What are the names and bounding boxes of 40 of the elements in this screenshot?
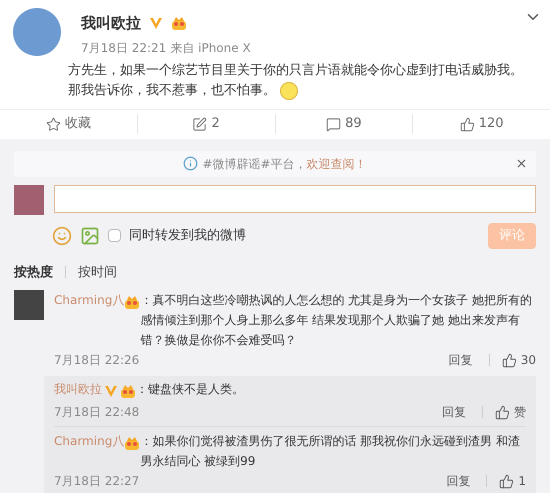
favorite-button[interactable]: 收藏 — [46, 114, 91, 134]
image-icon[interactable] — [80, 226, 100, 246]
notice-text: #微博辟谣#平台， — [202, 156, 307, 172]
thumbs-up-icon — [495, 404, 510, 420]
repost-label: 同时转发到我的微博 — [129, 226, 246, 245]
like-button[interactable]: 赞 — [491, 403, 526, 421]
close-icon[interactable] — [515, 157, 528, 170]
post-text: 那我告诉你，我不惹事，也不怕事。 — [68, 82, 276, 100]
reply-link[interactable]: 回复 — [438, 472, 478, 490]
user-avatar — [14, 184, 44, 214]
reply-link[interactable]: 回复 — [434, 403, 474, 421]
repost-checkbox[interactable] — [108, 229, 121, 242]
comment-time: 7月18日 22:27 — [54, 473, 140, 490]
comment-button[interactable]: 89 — [326, 114, 362, 134]
sort-tab[interactable]: 按时间 — [78, 262, 117, 282]
info-icon — [183, 156, 198, 171]
post-text: 方先生，如果一个综艺节目里关于你的只言片语就能令你心虚到打电话威胁我。 — [68, 62, 523, 80]
like-button[interactable]: 1 — [495, 472, 526, 490]
post-source: 来自 iPhone X — [170, 40, 251, 56]
repost-button[interactable]: 2 — [192, 114, 220, 134]
repost-icon — [192, 116, 208, 132]
avatar[interactable] — [13, 8, 61, 56]
like-icon — [460, 116, 475, 132]
reply-link[interactable]: 回复 — [440, 351, 481, 369]
comment-time: 7月18日 22:26 — [54, 352, 140, 369]
comment-input[interactable] — [54, 184, 536, 212]
comment-time: 7月18日 22:48 — [54, 404, 140, 421]
author-name[interactable]: 我叫欧拉 — [81, 12, 141, 34]
like-button[interactable]: 30 — [498, 351, 536, 369]
reply-text: ：如果你们觉得被渣男伤了很无所谓的话 那我祝你们永远碰到渣男 和渣男永结同心 被绿到99 — [140, 433, 521, 470]
favorite-icon — [46, 116, 61, 132]
thumbs-up-icon — [499, 474, 514, 488]
comment-text: ：真不明白这些冷嘲热讽的人怎么想的 尤其是身为一个女孩子 她把所有的感情倾注到那个人身上那么多年 结果发现那个人欺骗了她 她出来发声有错？换做是你你不会难受吗？ — [140, 292, 533, 349]
like-button[interactable]: 120 — [460, 114, 504, 134]
comment-icon — [326, 116, 342, 132]
post-time: 7月18日 22:21 — [81, 40, 166, 56]
reply-text: ：键盘侠不是人类。 — [136, 381, 245, 398]
sort-tab[interactable]: 按热度 — [14, 262, 53, 282]
thumbs-up-icon — [502, 352, 517, 368]
emoji-icon[interactable] — [52, 226, 72, 246]
